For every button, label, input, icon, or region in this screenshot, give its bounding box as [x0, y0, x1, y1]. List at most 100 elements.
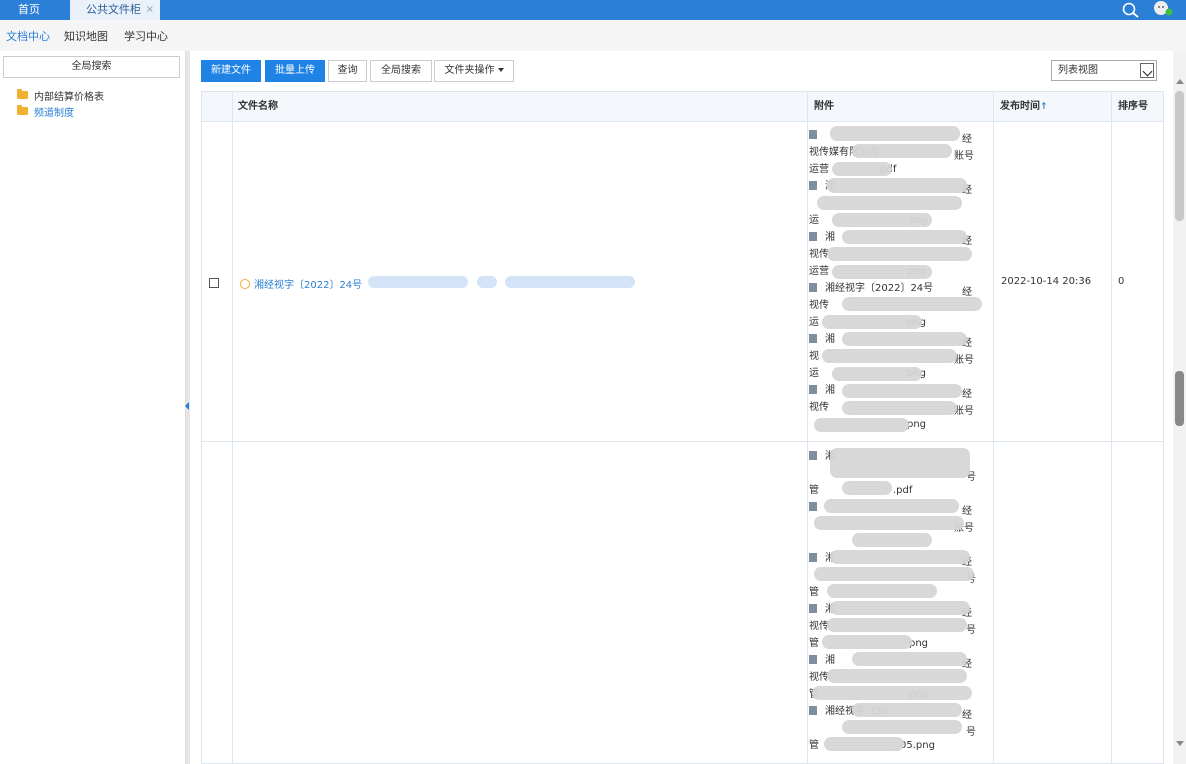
redacted-text	[477, 276, 497, 288]
redacted-text	[827, 178, 967, 193]
search-icon[interactable]	[1122, 2, 1140, 18]
file-name-link[interactable]: 湘经视字〔2022〕24号	[240, 276, 362, 291]
column-divider	[807, 92, 808, 763]
column-divider	[993, 92, 994, 763]
redacted-text	[812, 686, 972, 700]
redacted-text	[817, 196, 962, 210]
header-publish-time[interactable]: 发布时间↑	[994, 92, 1111, 122]
batch-upload-button[interactable]: 批量上传	[265, 60, 325, 82]
row-checkbox[interactable]	[209, 278, 219, 288]
file-table: 文件名称 附件 发布时间↑ 排序号 湘经视字〔2022〕24号 2022-10-…	[201, 91, 1164, 764]
folder-ops-label: 文件夹操作	[444, 65, 495, 76]
column-divider	[232, 92, 233, 763]
header-order: 排序号	[1112, 92, 1163, 122]
tab-public-cabinet[interactable]: 公共文件柜 ×	[70, 0, 160, 20]
tree-item-channel-rules[interactable]: 频道制度	[17, 105, 74, 121]
attachment-suffix: 账号	[954, 406, 974, 417]
redacted-text	[827, 669, 967, 683]
redacted-text	[824, 499, 959, 513]
tree-item-price-table[interactable]: 内部结算价格表	[17, 89, 104, 105]
attachment-suffix: 号	[966, 625, 976, 636]
attachment-suffix: 账号	[954, 355, 974, 366]
attachment-suffix: 经	[962, 389, 972, 400]
collapse-arrow-icon[interactable]	[185, 402, 189, 410]
redacted-text	[842, 230, 967, 244]
redacted-text	[830, 550, 970, 564]
global-search-toolbar-button[interactable]: 全局搜索	[370, 60, 432, 82]
redacted-text	[830, 126, 960, 141]
redacted-text	[824, 737, 904, 751]
tab-home[interactable]: 首页	[0, 0, 58, 20]
folder-operations-dropdown[interactable]: 文件夹操作	[434, 60, 514, 82]
top-tab-bar: 首页 公共文件柜 ×	[0, 0, 1186, 20]
document-icon	[809, 451, 817, 460]
redacted-text	[830, 448, 970, 478]
document-icon	[809, 553, 817, 562]
header-file-name[interactable]: 文件名称	[232, 92, 807, 122]
nav-learning-center[interactable]: 学习中心	[124, 28, 168, 44]
redacted-text	[827, 584, 937, 598]
redacted-text	[852, 652, 967, 666]
attachment-suffix: 经	[962, 710, 972, 721]
tree-item-label: 频道制度	[34, 108, 74, 119]
redacted-text	[842, 297, 982, 311]
folder-icon	[17, 105, 28, 115]
file-status-icon	[240, 279, 250, 289]
view-mode-select[interactable]: 列表视图	[1051, 60, 1157, 81]
redacted-text	[832, 367, 922, 381]
redacted-text	[822, 635, 912, 649]
sort-asc-icon: ↑	[1040, 102, 1048, 112]
document-icon	[809, 655, 817, 664]
order-value: 0	[1118, 276, 1125, 287]
nav-knowledge-map[interactable]: 知识地图	[64, 28, 108, 44]
scroll-up-icon[interactable]	[1176, 79, 1184, 84]
sub-navigation: 文档中心 知识地图 学习中心	[0, 20, 1186, 51]
redacted-text	[842, 401, 957, 415]
redacted-text	[822, 349, 957, 363]
document-icon	[809, 232, 817, 241]
close-icon[interactable]: ×	[146, 0, 154, 20]
document-icon	[809, 706, 817, 715]
tree-item-label: 内部结算价格表	[34, 92, 104, 103]
caret-down-icon	[497, 68, 504, 72]
file-name-text: 湘经视字〔2022〕24号	[254, 280, 363, 291]
redacted-text	[505, 276, 635, 288]
folder-tree-panel: 全局搜索 内部结算价格表 频道制度	[0, 51, 186, 764]
document-icon	[809, 130, 817, 139]
scrollbar-thumb[interactable]	[1175, 371, 1184, 426]
document-icon	[809, 283, 817, 292]
redacted-text	[852, 703, 962, 717]
redacted-text	[368, 276, 468, 288]
redacted-text	[852, 144, 952, 158]
column-divider	[1111, 92, 1112, 763]
global-search-button[interactable]: 全局搜索	[3, 56, 180, 78]
header-attachment: 附件	[808, 92, 994, 122]
redacted-text	[842, 384, 962, 398]
attachment-suffix: 账号	[954, 151, 974, 162]
redacted-text	[832, 162, 892, 176]
document-icon	[809, 502, 817, 511]
tab-label: 公共文件柜	[86, 3, 141, 16]
redacted-text	[814, 516, 964, 530]
redacted-text	[814, 418, 909, 432]
header-checkbox-col	[202, 92, 232, 122]
scroll-down-icon[interactable]	[1176, 741, 1184, 746]
redacted-text	[822, 315, 922, 329]
avatar[interactable]	[1152, 0, 1174, 18]
new-file-button[interactable]: 新建文件	[201, 60, 261, 82]
document-icon	[809, 181, 817, 190]
view-mode-value: 列表视图	[1058, 65, 1098, 76]
scrollbar-track-highlight	[1175, 91, 1184, 221]
document-icon	[809, 385, 817, 394]
redacted-text	[842, 720, 962, 734]
attachment-suffix: 经	[962, 287, 972, 298]
chevron-down-icon	[1140, 63, 1154, 78]
redacted-text	[827, 618, 967, 632]
attachment-suffix: 经	[962, 134, 972, 145]
redacted-text	[842, 332, 967, 346]
publish-time-value: 2022-10-14 20:36	[1001, 276, 1092, 287]
vertical-scrollbar[interactable]	[1173, 51, 1186, 764]
nav-document-center[interactable]: 文档中心	[6, 28, 50, 44]
document-icon	[809, 604, 817, 613]
query-button[interactable]: 查询	[328, 60, 367, 82]
